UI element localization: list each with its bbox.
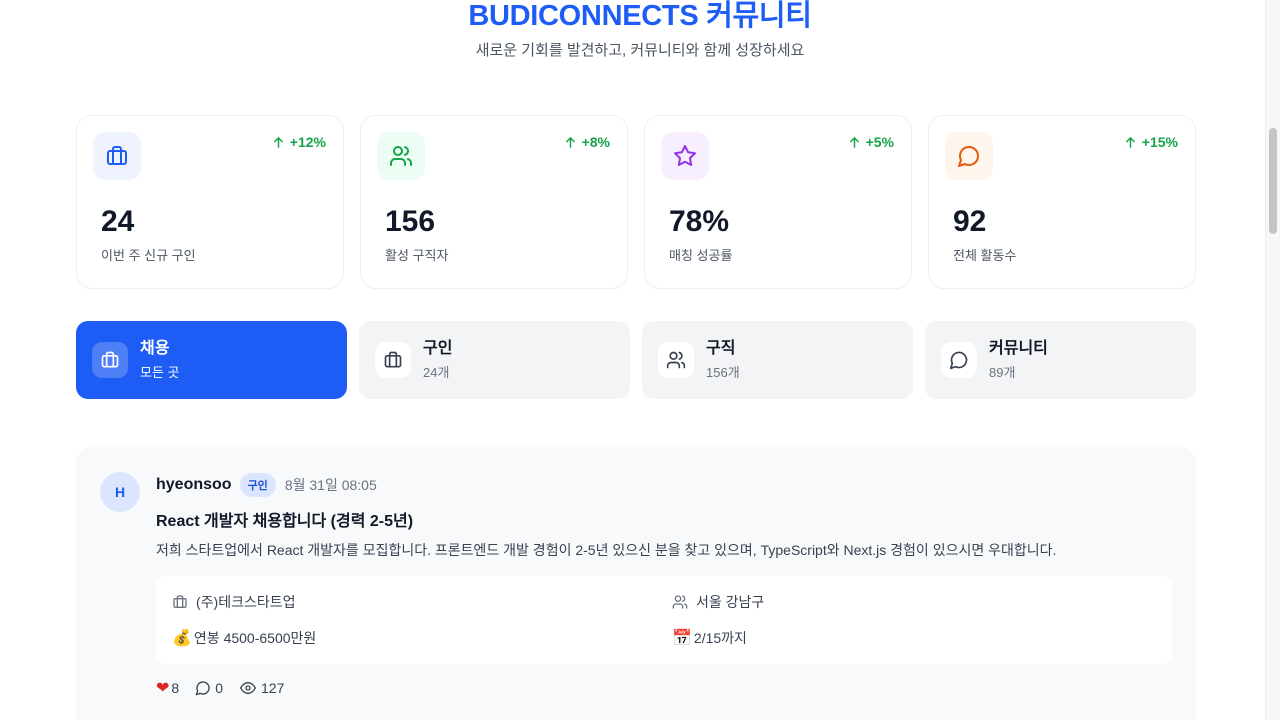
- tab-count: 89개: [989, 365, 1016, 380]
- stat-card-activity: +15% 92 전체 활동수: [928, 115, 1196, 289]
- money-bag-icon: 💰: [172, 628, 192, 647]
- location-text: 서울 강남구: [696, 594, 765, 610]
- like-count: 8: [171, 680, 180, 696]
- job-info-box: (주)테크스타트업 서울 강남구 💰 연봉 4500-6500만원 📅 2/15…: [156, 576, 1172, 664]
- category-tabs: 채용 모든 곳 구인 24개 구직 156개 커뮤니티 89개: [76, 321, 1196, 399]
- tab-title: 커뮤니티: [989, 340, 1048, 357]
- view-count: 127: [261, 680, 285, 696]
- arrow-up-icon: [273, 136, 283, 148]
- stat-change-value: +15%: [1141, 134, 1178, 150]
- scrollbar-thumb[interactable]: [1269, 128, 1277, 234]
- tab-job-seekers[interactable]: 구직 156개: [642, 321, 913, 399]
- stat-change: +5%: [849, 134, 894, 150]
- stat-label: 매칭 성공률: [669, 248, 733, 263]
- briefcase-icon: [93, 132, 141, 180]
- message-circle-icon: [945, 132, 993, 180]
- briefcase-icon: [92, 342, 128, 378]
- avatar[interactable]: H: [100, 472, 140, 512]
- post-type-badge: 구인: [239, 473, 276, 497]
- stat-value: 92: [953, 205, 987, 238]
- stat-label: 활성 구직자: [385, 248, 449, 263]
- message-circle-icon: [195, 681, 210, 696]
- briefcase-icon: [173, 595, 187, 608]
- post-title[interactable]: React 개발자 채용합니다 (경력 2-5년): [156, 507, 413, 531]
- eye-icon: [240, 682, 256, 694]
- stat-label: 이번 주 신규 구인: [101, 248, 196, 263]
- post-body: 저희 스타트업에서 React 개발자를 모집합니다. 프론트엔드 개발 경험이…: [156, 542, 1057, 558]
- stat-change: +15%: [1125, 134, 1178, 150]
- star-icon: [661, 132, 709, 180]
- stat-card-active-seekers: +8% 156 활성 구직자: [360, 115, 628, 289]
- page-scrollbar[interactable]: [1265, 0, 1280, 720]
- users-icon: [658, 342, 694, 378]
- stat-change-value: +5%: [865, 134, 894, 150]
- stat-card-match-rate: +5% 78% 매칭 성공률: [644, 115, 912, 289]
- arrow-up-icon: [1125, 136, 1135, 148]
- stat-value: 78%: [669, 205, 730, 238]
- company-info: (주)테크스타트업: [172, 592, 295, 612]
- stat-change-value: +8%: [581, 134, 610, 150]
- salary-text: 연봉 4500-6500만원: [193, 630, 317, 646]
- message-circle-icon: [941, 342, 977, 378]
- stat-change: +8%: [565, 134, 610, 150]
- stat-label: 전체 활동수: [953, 248, 1017, 263]
- post-card[interactable]: H hyeonsoo 구인 8월 31일 08:05 React 개발자 채용합…: [76, 447, 1196, 720]
- like-button[interactable]: ❤ 8: [156, 678, 180, 697]
- users-icon: [377, 132, 425, 180]
- tab-count: 모든 곳: [140, 365, 180, 380]
- salary-info: 💰 연봉 4500-6500만원: [172, 628, 316, 648]
- post-author[interactable]: hyeonsoo: [156, 476, 232, 494]
- page-title: BUDICONNECTS 커뮤니티: [468, 0, 812, 32]
- arrow-up-icon: [849, 136, 859, 148]
- stat-value: 156: [385, 205, 436, 238]
- briefcase-icon: [375, 342, 411, 378]
- location-info: 서울 강남구: [672, 592, 764, 612]
- tab-title: 구인: [423, 340, 453, 357]
- stat-card-new-jobs: +12% 24 이번 주 신규 구인: [76, 115, 344, 289]
- deadline-text: 2/15까지: [693, 630, 747, 646]
- tab-recruit-all[interactable]: 채용 모든 곳: [76, 321, 347, 399]
- comment-count: 0: [215, 680, 223, 696]
- stat-change: +12%: [273, 134, 326, 150]
- heart-icon: ❤: [156, 678, 170, 697]
- stat-change-value: +12%: [289, 134, 326, 150]
- tab-job-offers[interactable]: 구인 24개: [359, 321, 630, 399]
- post-timestamp: 8월 31일 08:05: [284, 477, 377, 493]
- calendar-icon: 📅: [672, 628, 692, 647]
- post-meta: hyeonsoo 구인 8월 31일 08:05: [156, 473, 377, 497]
- arrow-up-icon: [565, 136, 575, 148]
- tab-title: 채용: [140, 340, 170, 357]
- users-icon: [672, 595, 688, 609]
- tab-title: 구직: [706, 340, 736, 357]
- company-name: (주)테크스타트업: [196, 594, 296, 610]
- tab-count: 24개: [423, 365, 450, 380]
- page-header: BUDICONNECTS 커뮤니티 새로운 기회를 발견하고, 커뮤니티와 함께…: [0, 0, 1280, 62]
- views-indicator: 127: [239, 680, 284, 696]
- deadline-info: 📅 2/15까지: [672, 628, 747, 648]
- post-actions: ❤ 8 0 127: [156, 678, 300, 697]
- tab-community[interactable]: 커뮤니티 89개: [925, 321, 1196, 399]
- stat-value: 24: [101, 205, 135, 238]
- page-subtitle: 새로운 기회를 발견하고, 커뮤니티와 함께 성장하세요: [475, 42, 805, 59]
- tab-count: 156개: [706, 365, 740, 380]
- stats-row: +12% 24 이번 주 신규 구인 +8% 156 활성 구직자 +5% 78…: [76, 115, 1196, 289]
- comment-button[interactable]: 0: [195, 680, 223, 696]
